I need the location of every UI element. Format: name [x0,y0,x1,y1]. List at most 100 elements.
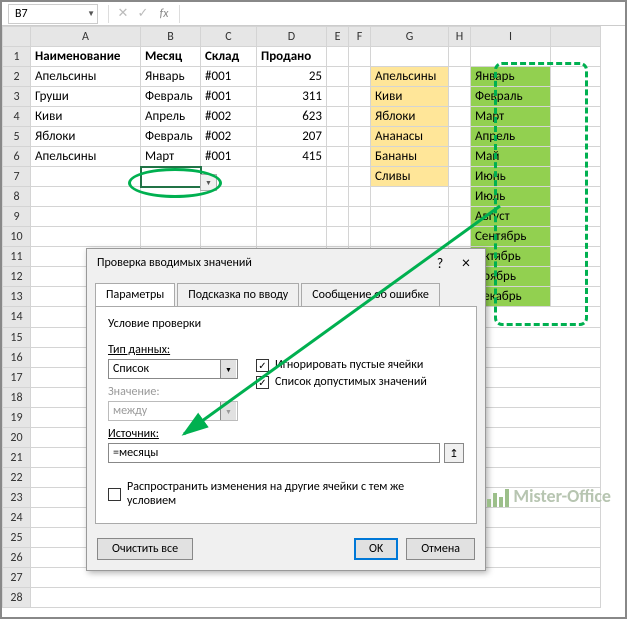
cell[interactable] [349,147,371,167]
row-header[interactable]: 18 [3,388,31,408]
fx-icon[interactable]: fx [153,7,175,21]
row-header[interactable]: 22 [3,468,31,488]
cell[interactable]: #001 [201,67,257,87]
col-header-I[interactable]: I [471,27,551,47]
row-header[interactable]: 12 [3,267,31,287]
chevron-down-icon[interactable]: ▼ [87,9,95,19]
cell[interactable] [349,187,371,207]
cell[interactable]: Сливы [371,167,449,187]
row-header[interactable]: 10 [3,227,31,247]
cell[interactable] [551,227,601,247]
cell[interactable]: Сентябрь [471,227,551,247]
cell[interactable]: Апрель [471,127,551,147]
cell[interactable] [551,247,601,267]
source-input[interactable] [108,443,440,463]
col-header-A[interactable]: A [31,27,141,47]
row-header[interactable]: 28 [3,588,31,608]
select-all-corner[interactable] [3,27,31,47]
row-header[interactable]: 3 [3,87,31,107]
cell[interactable]: Апельсины [31,67,141,87]
cell[interactable]: Февраль [141,127,201,147]
allow-type-combo[interactable]: Список ▼ [108,359,238,379]
cell[interactable] [327,147,349,167]
cell[interactable] [551,127,601,147]
cell[interactable] [201,227,257,247]
name-box[interactable]: B7 ▼ [8,4,98,24]
tab-error-alert[interactable]: Сообщение об ошибке [301,283,440,306]
data-validation-dropdown-icon[interactable]: ▼ [200,174,217,191]
dialog-titlebar[interactable]: Проверка вводимых значений ? × [87,249,485,277]
cell[interactable] [349,47,371,67]
close-icon[interactable]: × [453,254,479,273]
cell[interactable] [551,67,601,87]
cell[interactable] [371,227,449,247]
cell[interactable]: 415 [257,147,327,167]
cell[interactable] [327,167,349,187]
cell[interactable] [201,207,257,227]
row-header[interactable]: 15 [3,328,31,348]
cell[interactable]: Груши [31,87,141,107]
cell[interactable]: 311 [257,87,327,107]
cell[interactable]: Месяц [141,47,201,67]
cell[interactable]: Бананы [371,147,449,167]
cell[interactable]: Февраль [471,87,551,107]
row-header[interactable]: 2 [3,67,31,87]
cell[interactable] [449,167,471,187]
cell[interactable]: 623 [257,107,327,127]
tab-input-message[interactable]: Подсказка по вводу [177,283,299,306]
clear-all-button[interactable]: Очистить все [97,538,193,560]
row-header[interactable]: 16 [3,348,31,368]
cell[interactable]: 207 [257,127,327,147]
col-header-H[interactable]: H [449,27,471,47]
cell[interactable] [551,87,601,107]
row-header[interactable]: 23 [3,488,31,508]
cell[interactable] [551,287,601,307]
row-header[interactable]: 4 [3,107,31,127]
col-header-E[interactable]: E [327,27,349,47]
cell[interactable] [371,47,449,67]
cell[interactable] [551,187,601,207]
cell[interactable] [449,127,471,147]
cell[interactable] [551,47,601,67]
cell[interactable] [349,227,371,247]
cell[interactable]: Март [141,147,201,167]
cell[interactable] [349,107,371,127]
row-header[interactable]: 11 [3,247,31,267]
cell[interactable]: Март [471,107,551,127]
row-header[interactable]: 6 [3,147,31,167]
col-header-G[interactable]: G [371,27,449,47]
row-header[interactable]: 8 [3,187,31,207]
cell[interactable]: Июль [471,187,551,207]
cell[interactable] [349,67,371,87]
cell[interactable]: #001 [201,87,257,107]
cell[interactable] [327,227,349,247]
cell[interactable]: Апрель [141,107,201,127]
cell[interactable]: Август [471,207,551,227]
cell[interactable] [449,47,471,67]
row-header[interactable]: 20 [3,428,31,448]
cell[interactable] [551,267,601,287]
cell[interactable] [257,187,327,207]
cell[interactable] [449,67,471,87]
help-icon[interactable]: ? [427,255,453,272]
cell[interactable] [257,167,327,187]
cell[interactable]: #002 [201,127,257,147]
cell[interactable] [551,107,601,127]
row-header[interactable]: 19 [3,408,31,428]
cell[interactable] [31,187,141,207]
cell[interactable] [327,107,349,127]
row-header[interactable]: 27 [3,568,31,588]
row-header[interactable]: 24 [3,508,31,528]
cell[interactable] [31,207,141,227]
cell[interactable] [449,187,471,207]
cell[interactable]: 25 [257,67,327,87]
cancel-button[interactable]: Отмена [406,538,475,560]
cell[interactable] [327,47,349,67]
tab-parameters[interactable]: Параметры [95,283,175,306]
cell[interactable]: Январь [471,67,551,87]
row-header[interactable]: 7 [3,167,31,187]
cell[interactable] [349,207,371,227]
cell[interactable]: Киви [31,107,141,127]
cell[interactable] [551,167,601,187]
cell-B7[interactable] [141,167,201,187]
